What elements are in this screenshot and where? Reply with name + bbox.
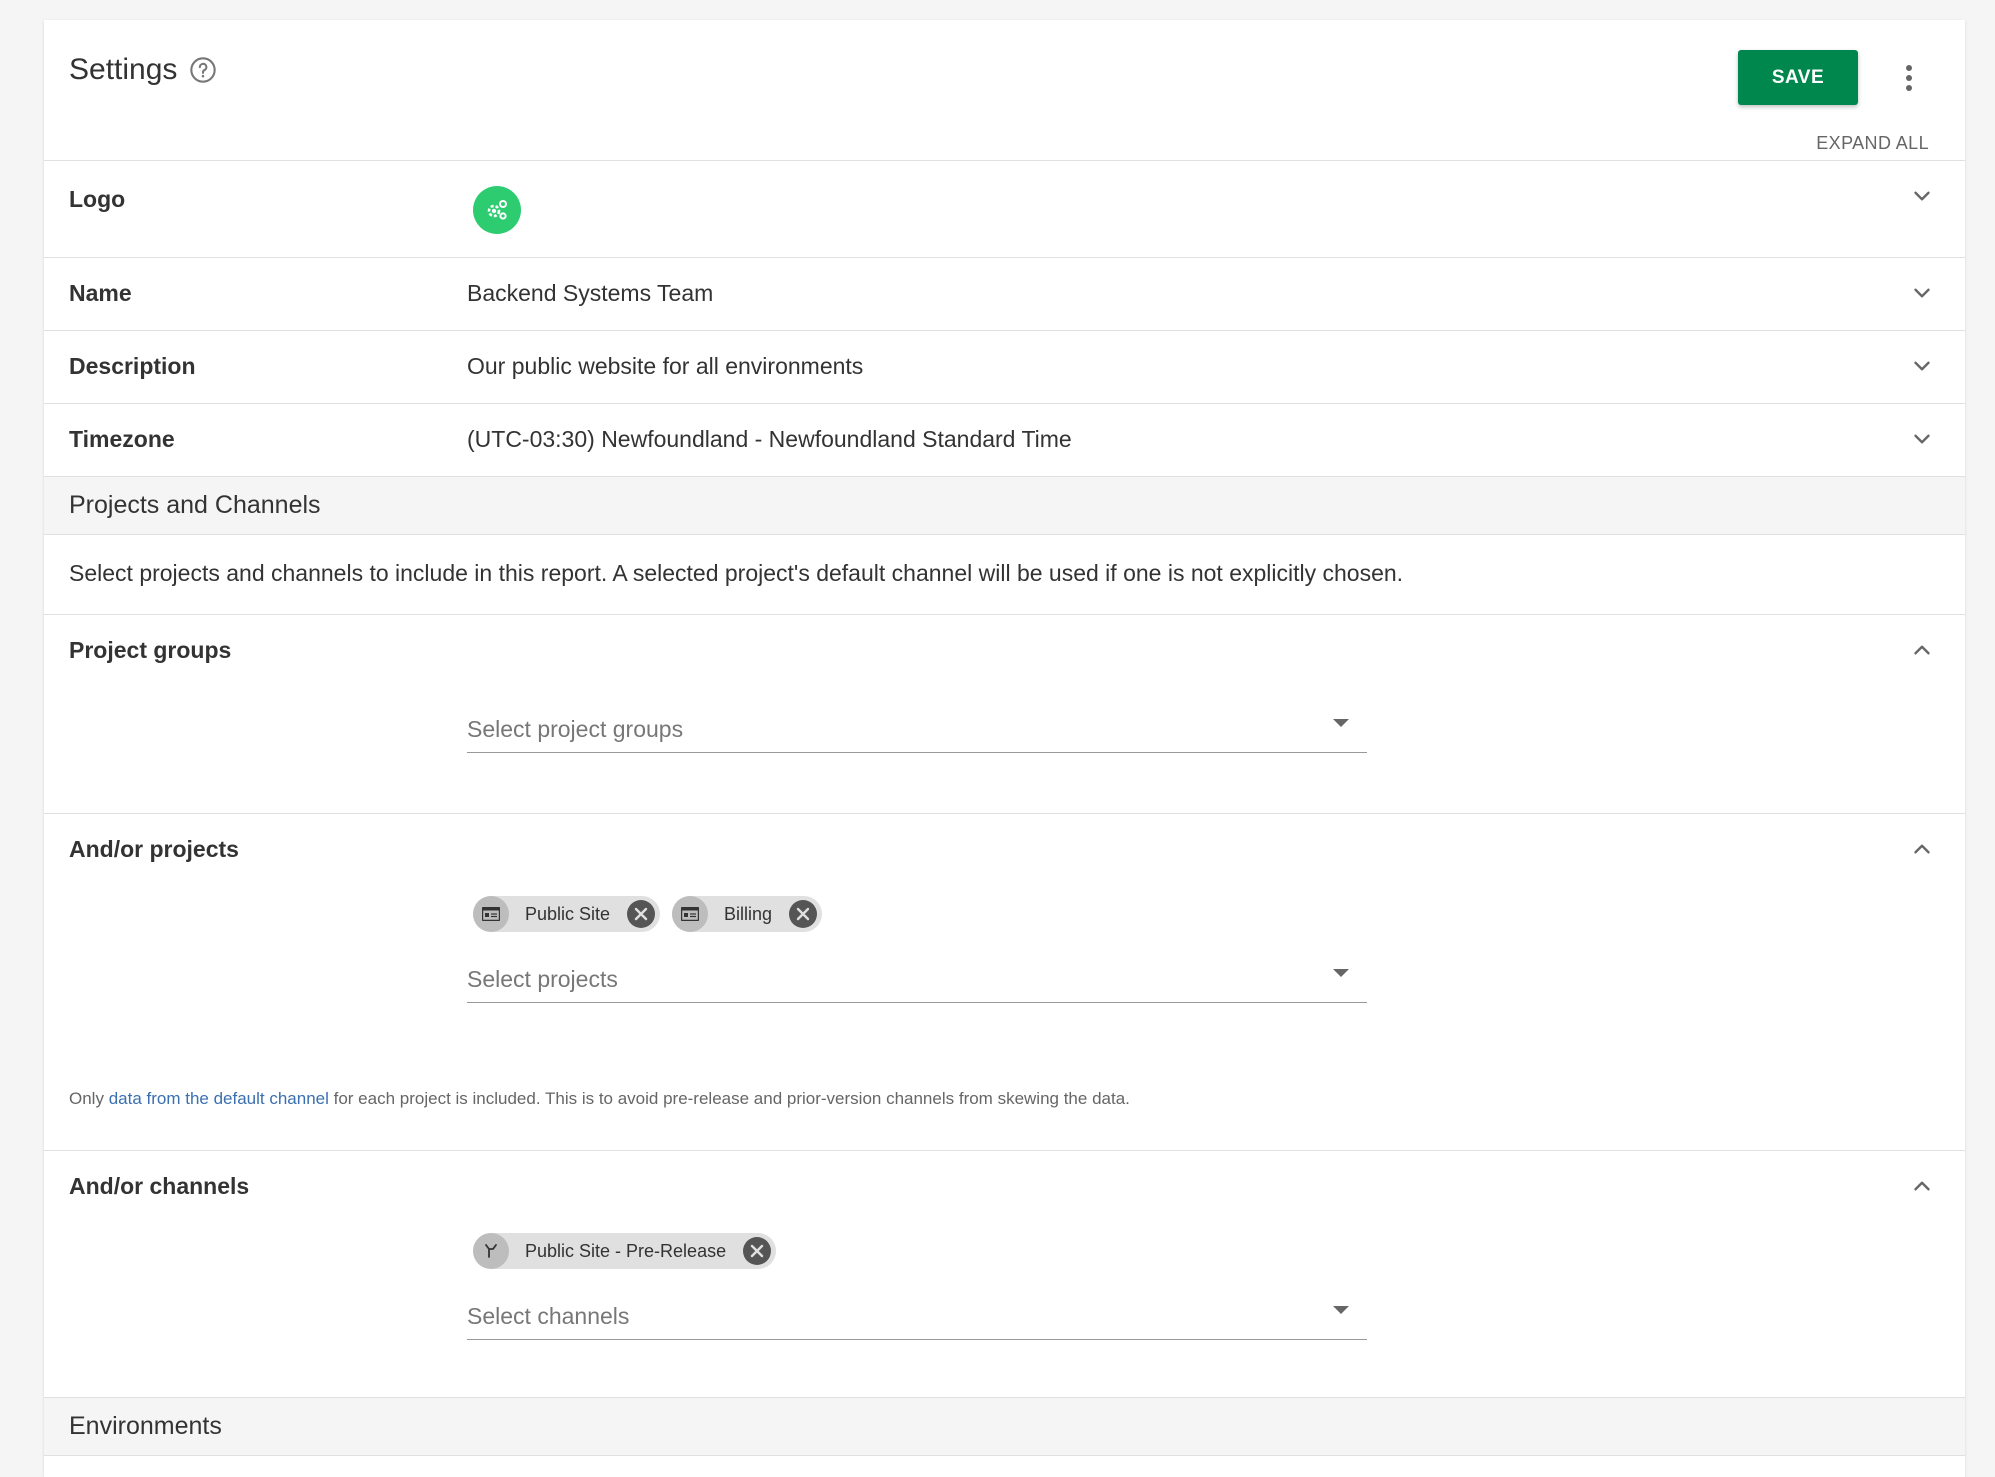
timezone-label: Timezone [69, 426, 175, 452]
environments-section-header: Environments [44, 1398, 1965, 1456]
projects-row: And/or projects Public Site Billing Sele… [44, 814, 1965, 1151]
chevron-up-icon[interactable] [1909, 637, 1935, 663]
remove-chip-icon[interactable] [788, 899, 818, 929]
gears-icon [487, 200, 507, 220]
projects-channels-section-header: Projects and Channels [44, 477, 1965, 535]
section-description: Select projects and channels to include … [44, 535, 1965, 615]
section-title: Environments [69, 1412, 222, 1440]
note-prefix: Only [69, 1089, 109, 1108]
projects-select[interactable]: Select projects [467, 952, 1367, 1003]
logo-image [473, 186, 521, 234]
channel-chip: Public Site - Pre-Release [473, 1233, 777, 1269]
project-groups-row: Project groups Select project groups [44, 615, 1965, 814]
name-label: Name [69, 280, 132, 306]
channel-branch-icon [473, 1233, 509, 1269]
name-value: Backend Systems Team [467, 280, 714, 306]
section-description-text: Select projects and channels to include … [69, 560, 1404, 586]
project-chip: Public Site [473, 896, 661, 932]
description-row[interactable]: Description Our public website for all e… [44, 331, 1965, 404]
project-groups-placeholder: Select project groups [467, 716, 684, 742]
default-channel-link[interactable]: data from the default channel [109, 1089, 329, 1108]
section-title: Projects and Channels [69, 491, 321, 519]
logo-row[interactable]: Logo [44, 161, 1965, 258]
channels-label: And/or channels [69, 1173, 250, 1199]
dropdown-caret-icon [1333, 719, 1349, 727]
chevron-down-icon[interactable] [1909, 183, 1935, 209]
dropdown-caret-icon [1333, 1306, 1349, 1314]
projects-chip-list: Public Site Billing [473, 896, 823, 932]
channels-chip-list: Public Site - Pre-Release [473, 1233, 777, 1269]
page-title: Settings [69, 53, 217, 87]
timezone-value: (UTC-03:30) Newfoundland - Newfoundland … [467, 426, 1072, 452]
description-value: Our public website for all environments [467, 353, 864, 379]
project-groups-select[interactable]: Select project groups [467, 702, 1367, 753]
page-title-text: Settings [69, 53, 178, 86]
channel-chip-label: Public Site - Pre-Release [525, 1240, 727, 1261]
chevron-down-icon[interactable] [1909, 280, 1935, 306]
chevron-down-icon[interactable] [1909, 426, 1935, 452]
chevron-up-icon[interactable] [1909, 836, 1935, 862]
chevron-up-icon[interactable] [1909, 1173, 1935, 1199]
dropdown-caret-icon [1333, 969, 1349, 977]
note-suffix: for each project is included. This is to… [328, 1089, 1130, 1108]
settings-header: Settings SAVE EXPAND ALL [44, 20, 1965, 161]
remove-chip-icon[interactable] [626, 899, 656, 929]
expand-all-button[interactable]: EXPAND ALL [1816, 133, 1929, 154]
project-chip-label: Billing [724, 903, 773, 924]
name-row[interactable]: Name Backend Systems Team [44, 258, 1965, 331]
chevron-down-icon[interactable] [1909, 353, 1935, 379]
help-icon[interactable] [189, 56, 217, 84]
channels-placeholder: Select channels [467, 1303, 630, 1329]
timezone-row[interactable]: Timezone (UTC-03:30) Newfoundland - Newf… [44, 404, 1965, 477]
more-options-icon[interactable] [1894, 60, 1924, 96]
projects-label: And/or projects [69, 836, 239, 862]
projects-placeholder: Select projects [467, 966, 618, 992]
settings-card: Settings SAVE EXPAND ALL Logo Name Backe… [44, 20, 1965, 1477]
description-label: Description [69, 353, 196, 379]
project-icon [672, 896, 709, 932]
project-groups-label: Project groups [69, 637, 232, 663]
projects-note: Only data from the default channel for e… [69, 1089, 1130, 1109]
logo-label: Logo [69, 186, 126, 212]
save-button[interactable]: SAVE [1738, 50, 1858, 105]
channels-select[interactable]: Select channels [467, 1289, 1367, 1340]
remove-chip-icon[interactable] [742, 1236, 772, 1266]
project-icon [473, 896, 509, 932]
project-chip: Billing [672, 896, 823, 932]
project-chip-label: Public Site [525, 903, 611, 924]
channels-row: And/or channels Public Site - Pre-Releas… [44, 1151, 1965, 1398]
